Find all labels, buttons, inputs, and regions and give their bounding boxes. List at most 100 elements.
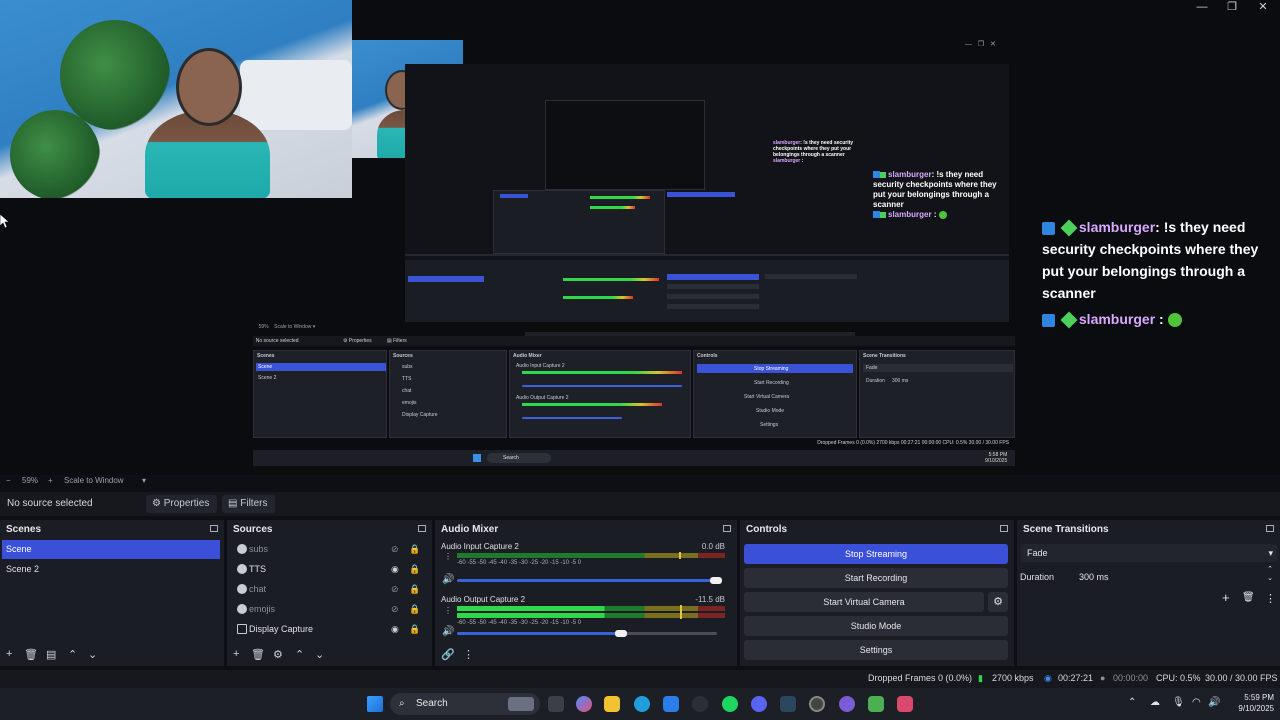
lock-icon[interactable]: 🔒 — [409, 600, 420, 619]
restore-button[interactable]: ❐ — [1217, 0, 1247, 14]
add-icon[interactable]: + — [1222, 590, 1230, 605]
speaker-icon[interactable]: 🔊 — [1208, 697, 1220, 708]
level-meter — [457, 606, 725, 611]
spotify-icon[interactable] — [722, 696, 738, 712]
scene-item[interactable]: Scene — [2, 540, 220, 559]
app-icon[interactable] — [692, 696, 708, 712]
hidden-eye-icon[interactable]: ⊘ — [391, 600, 399, 619]
volume-knob[interactable] — [710, 577, 722, 584]
transition-select[interactable]: Fade ▾ — [1021, 544, 1277, 562]
windows-start-icon[interactable] — [367, 696, 383, 712]
minimize-button[interactable]: — — [1187, 0, 1217, 14]
stop-streaming-button[interactable]: Stop Streaming — [744, 544, 1008, 564]
volume-slider[interactable] — [457, 579, 717, 582]
obs-icon[interactable] — [809, 696, 825, 712]
app-icon[interactable] — [897, 696, 913, 712]
channel-db: -11.5 dB — [695, 595, 725, 604]
cloud-icon[interactable]: ☁ — [1150, 697, 1160, 708]
more-icon[interactable]: ⋮ — [444, 606, 452, 615]
settings-button[interactable]: Settings — [744, 640, 1008, 660]
volume-knob[interactable] — [615, 630, 627, 637]
hidden-eye-icon[interactable]: ⊘ — [391, 540, 399, 559]
filters-button[interactable]: ▤ Filters — [222, 495, 276, 513]
lock-icon[interactable]: 🔒 — [409, 580, 420, 599]
link-icon[interactable]: 🔗 — [441, 648, 455, 661]
float-dock-icon[interactable] — [418, 525, 426, 532]
start-virtual-camera-button[interactable]: Start Virtual Camera — [744, 592, 984, 612]
file-explorer-icon[interactable] — [604, 696, 620, 712]
task-view-icon[interactable] — [548, 696, 564, 712]
source-item[interactable]: emojis ⊘ 🔒 — [229, 600, 429, 619]
wifi-icon[interactable]: ◠ — [1192, 697, 1201, 708]
lock-icon[interactable]: 🔒 — [409, 560, 420, 579]
eye-icon[interactable]: ◉ — [391, 560, 399, 579]
add-icon[interactable]: + — [6, 648, 12, 660]
microphone-icon[interactable]: 🎙 — [1172, 697, 1185, 708]
volume-slider[interactable] — [457, 632, 617, 635]
more-icon[interactable]: ⋮ — [444, 552, 452, 561]
mouse-cursor-icon — [0, 214, 9, 228]
float-dock-icon[interactable] — [210, 525, 218, 532]
source-item[interactable]: subs ⊘ 🔒 — [229, 540, 429, 559]
source-item[interactable]: Display Capture ◉ 🔒 — [229, 620, 429, 639]
trash-icon[interactable]: 🗑 — [251, 648, 265, 661]
app-icon[interactable] — [839, 696, 855, 712]
more-icon[interactable]: ⋮ — [1265, 592, 1276, 605]
source-item[interactable]: chat ⊘ 🔒 — [229, 580, 429, 599]
taskbar-search[interactable]: ⌕ Search — [390, 693, 540, 715]
duration-input[interactable]: 300 ms ⌃ ⌄ — [1073, 565, 1277, 586]
more-icon[interactable]: ⋮ — [463, 648, 474, 661]
sparkle-badge-icon — [1060, 219, 1078, 237]
studio-mode-button[interactable]: Studio Mode — [744, 616, 1008, 636]
source-toolbar: No source selected ⚙ Properties ▤ Filter… — [0, 492, 1280, 516]
filter-icon[interactable]: ▤ — [46, 648, 56, 661]
move-up-icon[interactable]: ⌃ — [295, 648, 304, 661]
move-up-icon[interactable]: ⌃ — [68, 648, 77, 661]
chevron-up-icon[interactable]: ⌃ — [1128, 697, 1136, 708]
properties-button[interactable]: ⚙ Properties — [146, 495, 218, 513]
dropped-frames: Dropped Frames 0 (0.0%) — [868, 673, 973, 683]
copilot-icon[interactable] — [576, 696, 592, 712]
spinner-icon[interactable]: ⌃ ⌄ — [1267, 565, 1273, 583]
trash-icon[interactable]: 🗑 — [1242, 592, 1255, 603]
float-dock-icon[interactable] — [1266, 525, 1274, 532]
zoom-out-button[interactable]: − — [6, 476, 11, 485]
gear-icon[interactable]: ⚙ — [273, 648, 283, 661]
chevron-down-icon[interactable]: ▾ — [142, 476, 146, 485]
zoom-in-button[interactable]: + — [48, 476, 53, 485]
source-item[interactable]: TTS ◉ 🔒 — [229, 560, 429, 579]
obs-preview[interactable]: — ❐ ✕ — ❐ ✕ slamburger: !s they need sec… — [0, 0, 1280, 475]
nested-transitions-dock: Scene Transitions Fade Duration 300 ms — [859, 350, 1015, 438]
scale-mode[interactable]: Scale to Window — [64, 476, 124, 485]
trash-icon[interactable]: 🗑 — [24, 648, 38, 661]
channel-db: 0.0 dB — [701, 542, 725, 551]
sparkle-badge-icon — [1060, 311, 1078, 329]
peak-marker — [679, 552, 681, 559]
speaker-icon[interactable]: 🔊 — [442, 574, 454, 585]
move-down-icon[interactable]: ⌄ — [88, 648, 97, 661]
chevron-down-icon: ▾ — [1268, 548, 1273, 558]
clock[interactable]: 5:59 PM 9/10/2025 — [1226, 692, 1274, 714]
nested-taskbar: Search 5:58 PM 9/10/2025 — [253, 450, 1015, 466]
steam-icon[interactable] — [780, 696, 796, 712]
close-button[interactable]: ✕ — [1248, 0, 1278, 14]
hidden-eye-icon[interactable]: ⊘ — [391, 580, 399, 599]
float-dock-icon[interactable] — [1000, 525, 1008, 532]
virtual-camera-settings-gear-icon[interactable]: ⚙ — [988, 592, 1008, 612]
sources-dock: Sources subs ⊘ 🔒 TTS ◉ 🔒 chat ⊘ 🔒 emojis… — [227, 520, 432, 666]
eye-icon[interactable]: ◉ — [391, 620, 399, 639]
nested-mixer-dock: Audio Mixer Audio Input Capture 2 Audio … — [509, 350, 691, 438]
scene-transitions-dock: Scene Transitions Fade ▾ Duration 300 ms… — [1017, 520, 1280, 666]
add-icon[interactable]: + — [233, 648, 239, 660]
float-dock-icon[interactable] — [723, 525, 731, 532]
edge-icon[interactable] — [634, 696, 650, 712]
speaker-icon[interactable]: 🔊 — [442, 626, 454, 637]
move-down-icon[interactable]: ⌄ — [315, 648, 324, 661]
lock-icon[interactable]: 🔒 — [409, 620, 420, 639]
start-recording-button[interactable]: Start Recording — [744, 568, 1008, 588]
scene-item[interactable]: Scene 2 — [2, 560, 220, 579]
app-icon[interactable] — [868, 696, 884, 712]
store-icon[interactable] — [663, 696, 679, 712]
discord-icon[interactable] — [751, 696, 767, 712]
lock-icon[interactable]: 🔒 — [409, 540, 420, 559]
